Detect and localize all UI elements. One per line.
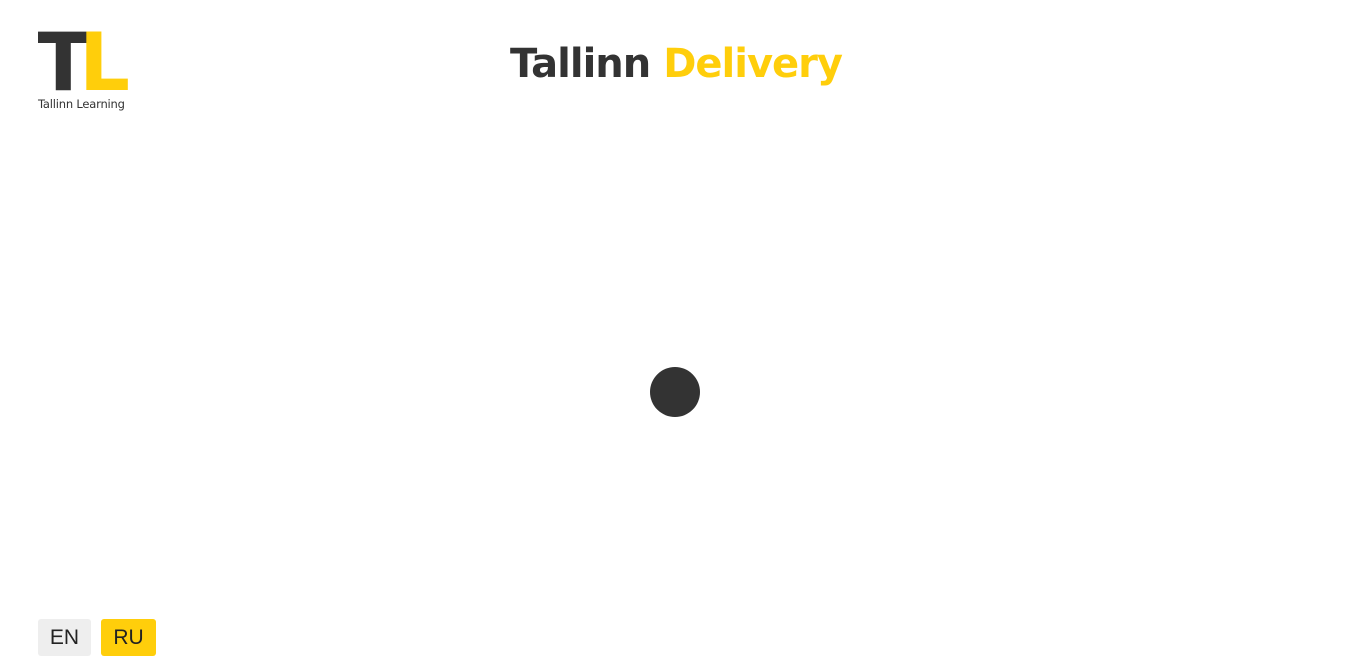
page-title: Tallinn Delivery bbox=[0, 40, 1350, 88]
language-button-ru[interactable]: RU bbox=[101, 619, 156, 656]
page-title-part-tallinn: Tallinn bbox=[510, 41, 651, 87]
logo-caption: Tallinn Learning bbox=[38, 97, 125, 111]
page-title-part-delivery: Delivery bbox=[663, 41, 843, 87]
page: T L Tallinn Learning Tallinn Delivery EN… bbox=[0, 0, 1350, 672]
loading-spinner-icon bbox=[650, 367, 700, 417]
language-switcher: EN RU bbox=[38, 619, 156, 656]
language-button-en[interactable]: EN bbox=[38, 619, 91, 656]
